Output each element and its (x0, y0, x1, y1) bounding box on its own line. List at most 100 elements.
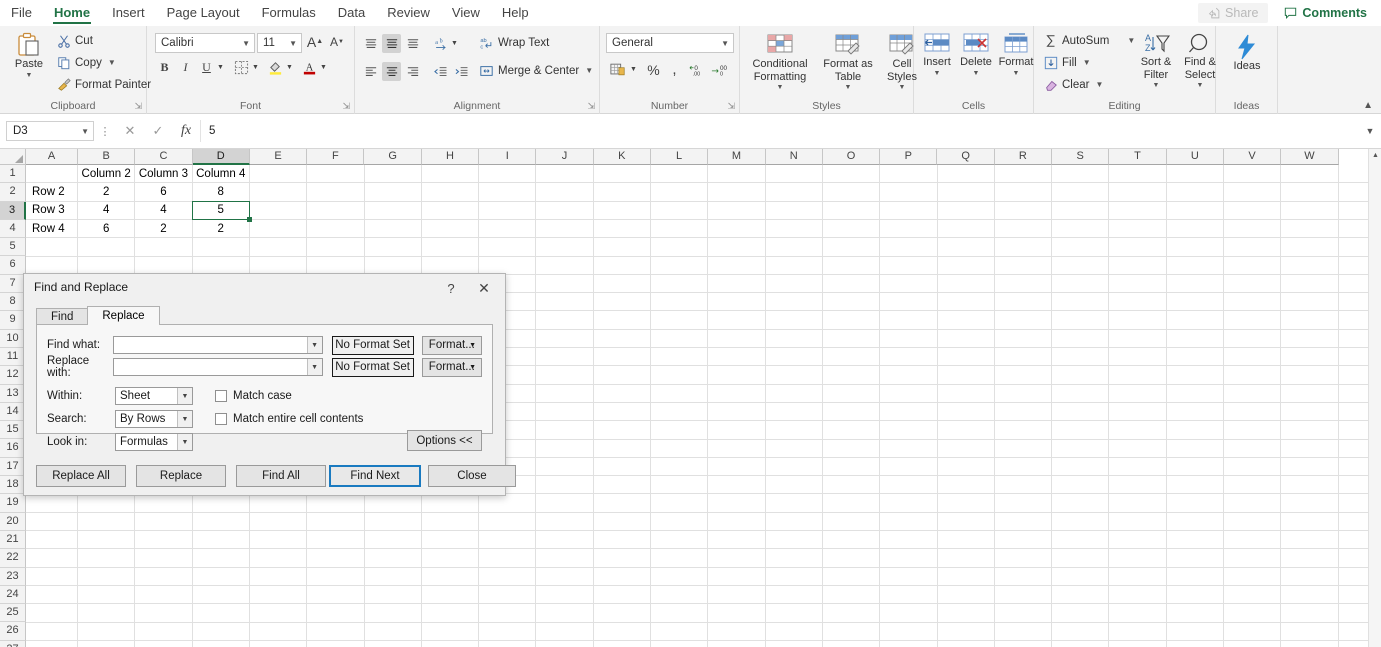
match-entire-checkbox-row[interactable]: Match entire cell contents (215, 413, 363, 425)
chevron-down-icon[interactable]: ▼ (899, 84, 906, 91)
row-header-23[interactable]: 23 (0, 567, 26, 586)
cell-A2[interactable]: Row 2 (26, 183, 77, 200)
match-entire-cell-contents-checkbox[interactable] (215, 413, 227, 425)
row-header-20[interactable]: 20 (0, 512, 26, 531)
replace-with-input[interactable]: ▼ (113, 358, 323, 376)
confirm-edit-icon[interactable]: ✓ (144, 123, 172, 139)
share-button[interactable]: Share (1198, 3, 1269, 23)
column-header-E[interactable]: E (249, 149, 308, 165)
tab-help[interactable]: Help (491, 0, 540, 26)
align-middle-button[interactable] (382, 34, 401, 53)
comma-style-button[interactable]: , (665, 60, 684, 79)
decrease-indent-button[interactable] (431, 62, 450, 81)
chevron-down-icon[interactable]: ▼ (845, 84, 852, 91)
cell-C3[interactable]: 4 (135, 202, 191, 219)
column-header-G[interactable]: G (364, 149, 422, 165)
cell-B3[interactable]: 4 (78, 202, 134, 219)
cell-A4[interactable]: Row 4 (26, 220, 77, 237)
formula-input[interactable]: 5 (200, 120, 1359, 142)
match-case-checkbox[interactable] (215, 390, 227, 402)
cancel-edit-icon[interactable]: ✕ (116, 123, 144, 139)
expand-formula-bar-icon[interactable]: ▼ (1359, 126, 1381, 136)
copy-button[interactable]: Copy ▼ (55, 53, 118, 72)
column-header-Q[interactable]: Q (937, 149, 995, 165)
font-color-dropdown-icon[interactable]: ▼ (318, 58, 329, 77)
chevron-down-icon[interactable]: ▼ (777, 84, 784, 91)
collapse-ribbon-icon[interactable]: ▲ (1363, 100, 1373, 111)
select-all-corner[interactable] (0, 149, 26, 165)
column-header-P[interactable]: P (880, 149, 938, 165)
row-header-26[interactable]: 26 (0, 622, 26, 641)
cell-D4[interactable]: 2 (193, 220, 249, 237)
column-header-S[interactable]: S (1052, 149, 1110, 165)
row-header-3[interactable]: 3 (0, 201, 26, 220)
name-box[interactable]: D3 ▼ (6, 121, 94, 141)
row-header-27[interactable]: 27 (0, 640, 26, 647)
chevron-down-icon[interactable]: ▼ (585, 66, 593, 75)
column-header-C[interactable]: C (135, 149, 193, 165)
chevron-down-icon[interactable]: ▼ (289, 39, 297, 48)
column-header-D[interactable]: D (192, 149, 250, 165)
delete-cells-button[interactable]: Delete ▼ (956, 32, 996, 77)
bold-button[interactable]: B (155, 58, 174, 77)
chevron-down-icon[interactable]: ▼ (469, 342, 476, 349)
options-button[interactable]: Options << (407, 430, 482, 451)
accounting-format-button[interactable] (608, 60, 627, 79)
cell-B4[interactable]: 6 (78, 220, 134, 237)
paste-button[interactable]: Paste ▼ (8, 32, 50, 79)
percent-style-button[interactable]: % (644, 60, 663, 79)
column-header-U[interactable]: U (1166, 149, 1224, 165)
row-header-19[interactable]: 19 (0, 494, 26, 513)
column-header-O[interactable]: O (822, 149, 881, 165)
font-dialog-launcher-icon[interactable]: ⇲ (342, 101, 350, 112)
number-format-select[interactable]: General ▼ (606, 33, 734, 53)
cell-B1[interactable]: Column 2 (78, 165, 134, 182)
font-color-button[interactable]: A (300, 58, 319, 77)
wrap-text-button[interactable]: ab c Wrap Text (477, 33, 551, 52)
increase-indent-button[interactable] (452, 62, 471, 81)
font-size-input[interactable]: 11 ▼ (257, 33, 302, 53)
row-header-2[interactable]: 2 (0, 183, 26, 202)
tab-review[interactable]: Review (376, 0, 441, 26)
cut-button[interactable]: Cut (55, 31, 95, 50)
row-header-1[interactable]: 1 (0, 165, 26, 184)
chevron-down-icon[interactable]: ▼ (26, 72, 33, 79)
replace-format-button[interactable]: Format... ▼ (421, 357, 482, 377)
column-header-A[interactable]: A (26, 149, 78, 165)
find-what-input[interactable]: ▼ (113, 336, 323, 354)
column-header-M[interactable]: M (708, 149, 766, 165)
tab-file[interactable]: File (0, 0, 43, 26)
row-header-21[interactable]: 21 (0, 530, 26, 550)
tab-page-layout[interactable]: Page Layout (156, 0, 251, 26)
chevron-down-icon[interactable]: ▼ (177, 388, 192, 404)
alignment-dialog-launcher-icon[interactable]: ⇲ (587, 101, 595, 112)
tab-formulas[interactable]: Formulas (251, 0, 327, 26)
grow-font-button[interactable]: A ▲ (305, 32, 325, 51)
fill-color-dropdown-icon[interactable]: ▼ (284, 58, 295, 77)
cell-D2[interactable]: 8 (193, 183, 249, 200)
formula-bar-menu-icon[interactable]: ⋮ (94, 125, 116, 138)
chevron-down-icon[interactable]: ▼ (242, 39, 250, 48)
dialog-title-bar[interactable]: Find and Replace (24, 274, 505, 300)
insert-cells-button[interactable]: Insert ▼ (918, 32, 956, 77)
row-header-24[interactable]: 24 (0, 585, 26, 605)
dialog-tab-find[interactable]: Find (36, 308, 89, 325)
align-top-button[interactable] (361, 34, 380, 53)
italic-button[interactable]: I (176, 58, 195, 77)
dialog-tab-replace[interactable]: Replace (87, 306, 160, 325)
row-header-5[interactable]: 5 (0, 238, 26, 257)
autosum-button[interactable]: AutoSum ▼ (1042, 31, 1137, 50)
cell-B2[interactable]: 2 (78, 183, 134, 200)
align-center-button[interactable] (382, 62, 401, 81)
column-header-I[interactable]: I (479, 149, 537, 165)
chevron-down-icon[interactable]: ▼ (1083, 58, 1091, 67)
accounting-dropdown-icon[interactable]: ▼ (628, 60, 639, 79)
scroll-up-icon[interactable]: ▲ (1371, 151, 1380, 160)
column-header-H[interactable]: H (421, 149, 480, 165)
underline-button[interactable]: U (197, 58, 216, 77)
align-bottom-button[interactable] (403, 34, 422, 53)
chevron-down-icon[interactable]: ▼ (934, 70, 941, 77)
insert-function-icon[interactable]: fx (172, 123, 200, 139)
chevron-down-icon[interactable]: ▼ (1095, 80, 1103, 89)
comments-button[interactable]: Comments (1274, 3, 1377, 23)
